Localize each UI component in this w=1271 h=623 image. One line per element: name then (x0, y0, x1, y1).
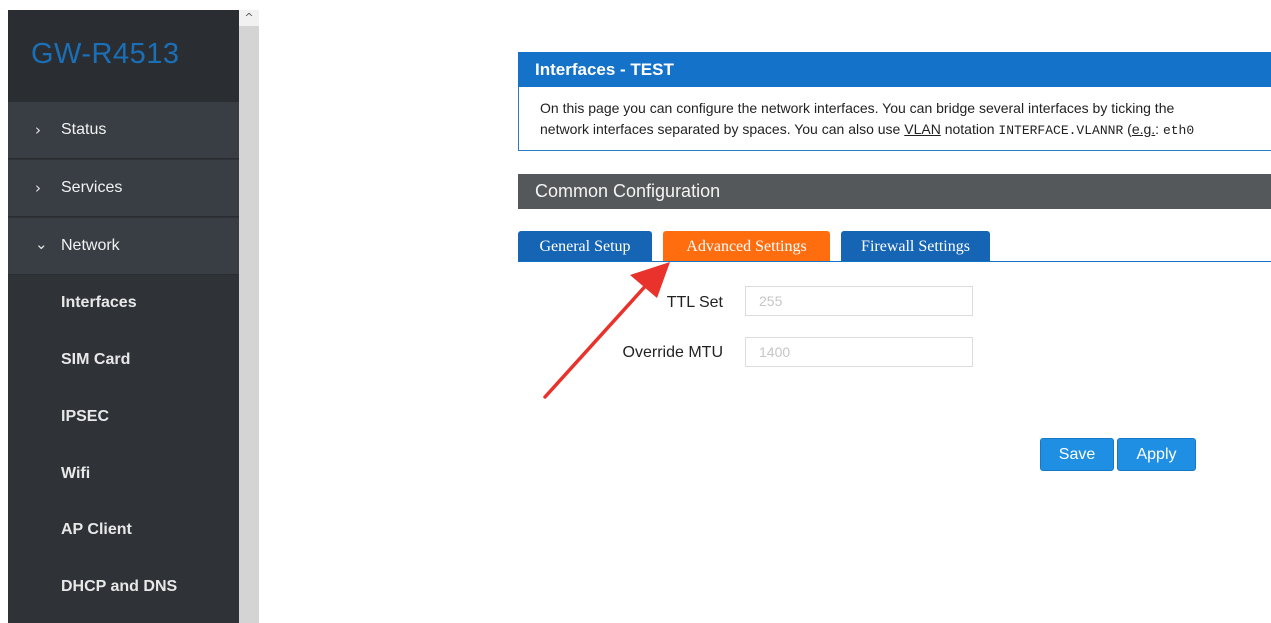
code-interface-vlannr: INTERFACE.VLANNR (998, 123, 1124, 138)
vlan-abbreviation: VLAN (904, 121, 941, 137)
description-line-1: On this page you can configure the netwo… (540, 100, 1175, 116)
tab-firewall-settings[interactable]: Firewall Settings (841, 231, 990, 262)
sidebar-item-label: IPSEC (61, 408, 110, 425)
page: GW-R4513 › Status › Services ⌄ Network I… (0, 0, 1271, 623)
sidebar-item-ipsec[interactable]: IPSEC (8, 390, 239, 447)
page-title: Interfaces - TEST (535, 60, 674, 79)
tab-advanced-settings[interactable]: Advanced Settings (663, 231, 830, 262)
description-line-2: network interfaces separated by spaces. … (540, 121, 1194, 138)
sidebar-item-sim-card[interactable]: SIM Card (8, 333, 239, 390)
page-description: On this page you can configure the netwo… (518, 87, 1271, 151)
ttl-set-input[interactable] (745, 286, 973, 316)
sidebar-item-label: Interfaces (61, 294, 137, 311)
sidebar-item-wifi[interactable]: Wifi (8, 447, 239, 504)
tab-underline (518, 261, 1271, 262)
override-mtu-label: Override MTU (622, 344, 723, 361)
brand-logo-text[interactable]: GW-R4513 (31, 38, 180, 71)
tab-general-setup[interactable]: General Setup (518, 231, 652, 262)
sidebar-section-label: Status (61, 121, 107, 138)
description-text: ( (1123, 121, 1132, 137)
page-header: Interfaces - TEST (518, 52, 1271, 87)
description-text: network interfaces separated by spaces. … (540, 121, 905, 137)
annotation-arrow-head (630, 262, 670, 298)
sidebar-item-label: Wifi (61, 465, 91, 482)
code-example: eth0 (1162, 123, 1195, 138)
sidebar-item-interfaces[interactable]: Interfaces (8, 276, 239, 333)
vertical-scrollbar[interactable]: ^ (239, 10, 259, 623)
brand-header: GW-R4513 (8, 10, 239, 102)
sidebar-section-network[interactable]: ⌄ Network (8, 218, 239, 275)
sidebar-item-label: SIM Card (61, 351, 131, 368)
eg-abbreviation: e.g. (1131, 121, 1156, 137)
scroll-up-arrow-icon[interactable]: ^ (239, 10, 259, 26)
sidebar-section-status[interactable]: › Status (8, 102, 239, 159)
chevron-right-icon: › (35, 121, 41, 139)
override-mtu-input[interactable] (745, 337, 973, 367)
chevron-right-icon: › (35, 179, 41, 197)
sidebar-section-label: Network (61, 237, 120, 254)
description-text: : (1155, 121, 1163, 137)
sidebar-section-label: Services (61, 179, 123, 196)
sidebar-section-services[interactable]: › Services (8, 160, 239, 217)
description-text: notation (940, 121, 999, 137)
apply-button[interactable]: Apply (1117, 438, 1196, 471)
section-header-common-configuration: Common Configuration (518, 174, 1271, 209)
ttl-set-label: TTL Set (666, 294, 723, 311)
section-title: Common Configuration (535, 181, 721, 201)
sidebar: GW-R4513 › Status › Services ⌄ Network I… (8, 10, 239, 623)
sidebar-item-label: DHCP and DNS (61, 578, 178, 595)
sidebar-item-ap-client[interactable]: AP Client (8, 503, 239, 560)
save-button[interactable]: Save (1040, 438, 1114, 471)
chevron-down-icon: ⌄ (35, 235, 48, 253)
sidebar-item-label: AP Client (61, 521, 132, 538)
sidebar-item-dhcp-and-dns[interactable]: DHCP and DNS (8, 560, 239, 617)
